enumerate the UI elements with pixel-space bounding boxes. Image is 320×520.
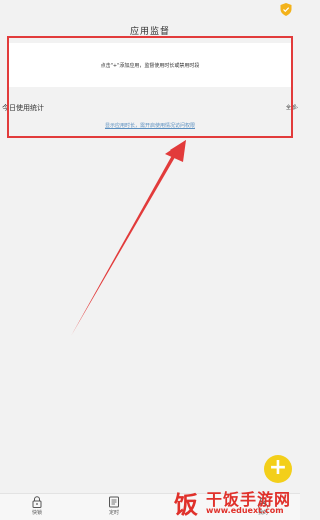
nav-label-timer: 定时	[108, 510, 119, 516]
lock-icon	[32, 496, 42, 508]
chevron-right-icon: ›	[296, 105, 298, 111]
nav-label-lock: 快锁	[31, 510, 42, 516]
stats-filter-dropdown[interactable]: 全部›	[286, 104, 298, 111]
nav-item-lock[interactable]: 快锁	[17, 496, 57, 516]
usage-permission-link[interactable]: 显示应用时长，需开启使用情况访问权限	[0, 122, 300, 129]
watermark-logo: 饭	[174, 490, 198, 519]
shield-icon	[280, 3, 292, 16]
add-app-card[interactable]: 点击"+"添加应用，监督使用时长或禁用时段	[9, 43, 291, 87]
today-stats-label: 今日使用统计	[2, 104, 44, 112]
add-app-hint: 点击"+"添加应用，监督使用时长或禁用时段	[100, 63, 200, 69]
site-watermark: 饭 干饭手游网 www.eduext.com	[172, 484, 300, 520]
watermark-url: www.eduext.com	[206, 506, 284, 515]
page-title: 应用监督	[129, 27, 170, 37]
add-app-button[interactable]: +	[264, 455, 292, 483]
nav-item-timer[interactable]: 定时	[94, 496, 134, 516]
timer-icon	[109, 496, 119, 508]
stats-filter-label: 全部	[285, 105, 296, 111]
